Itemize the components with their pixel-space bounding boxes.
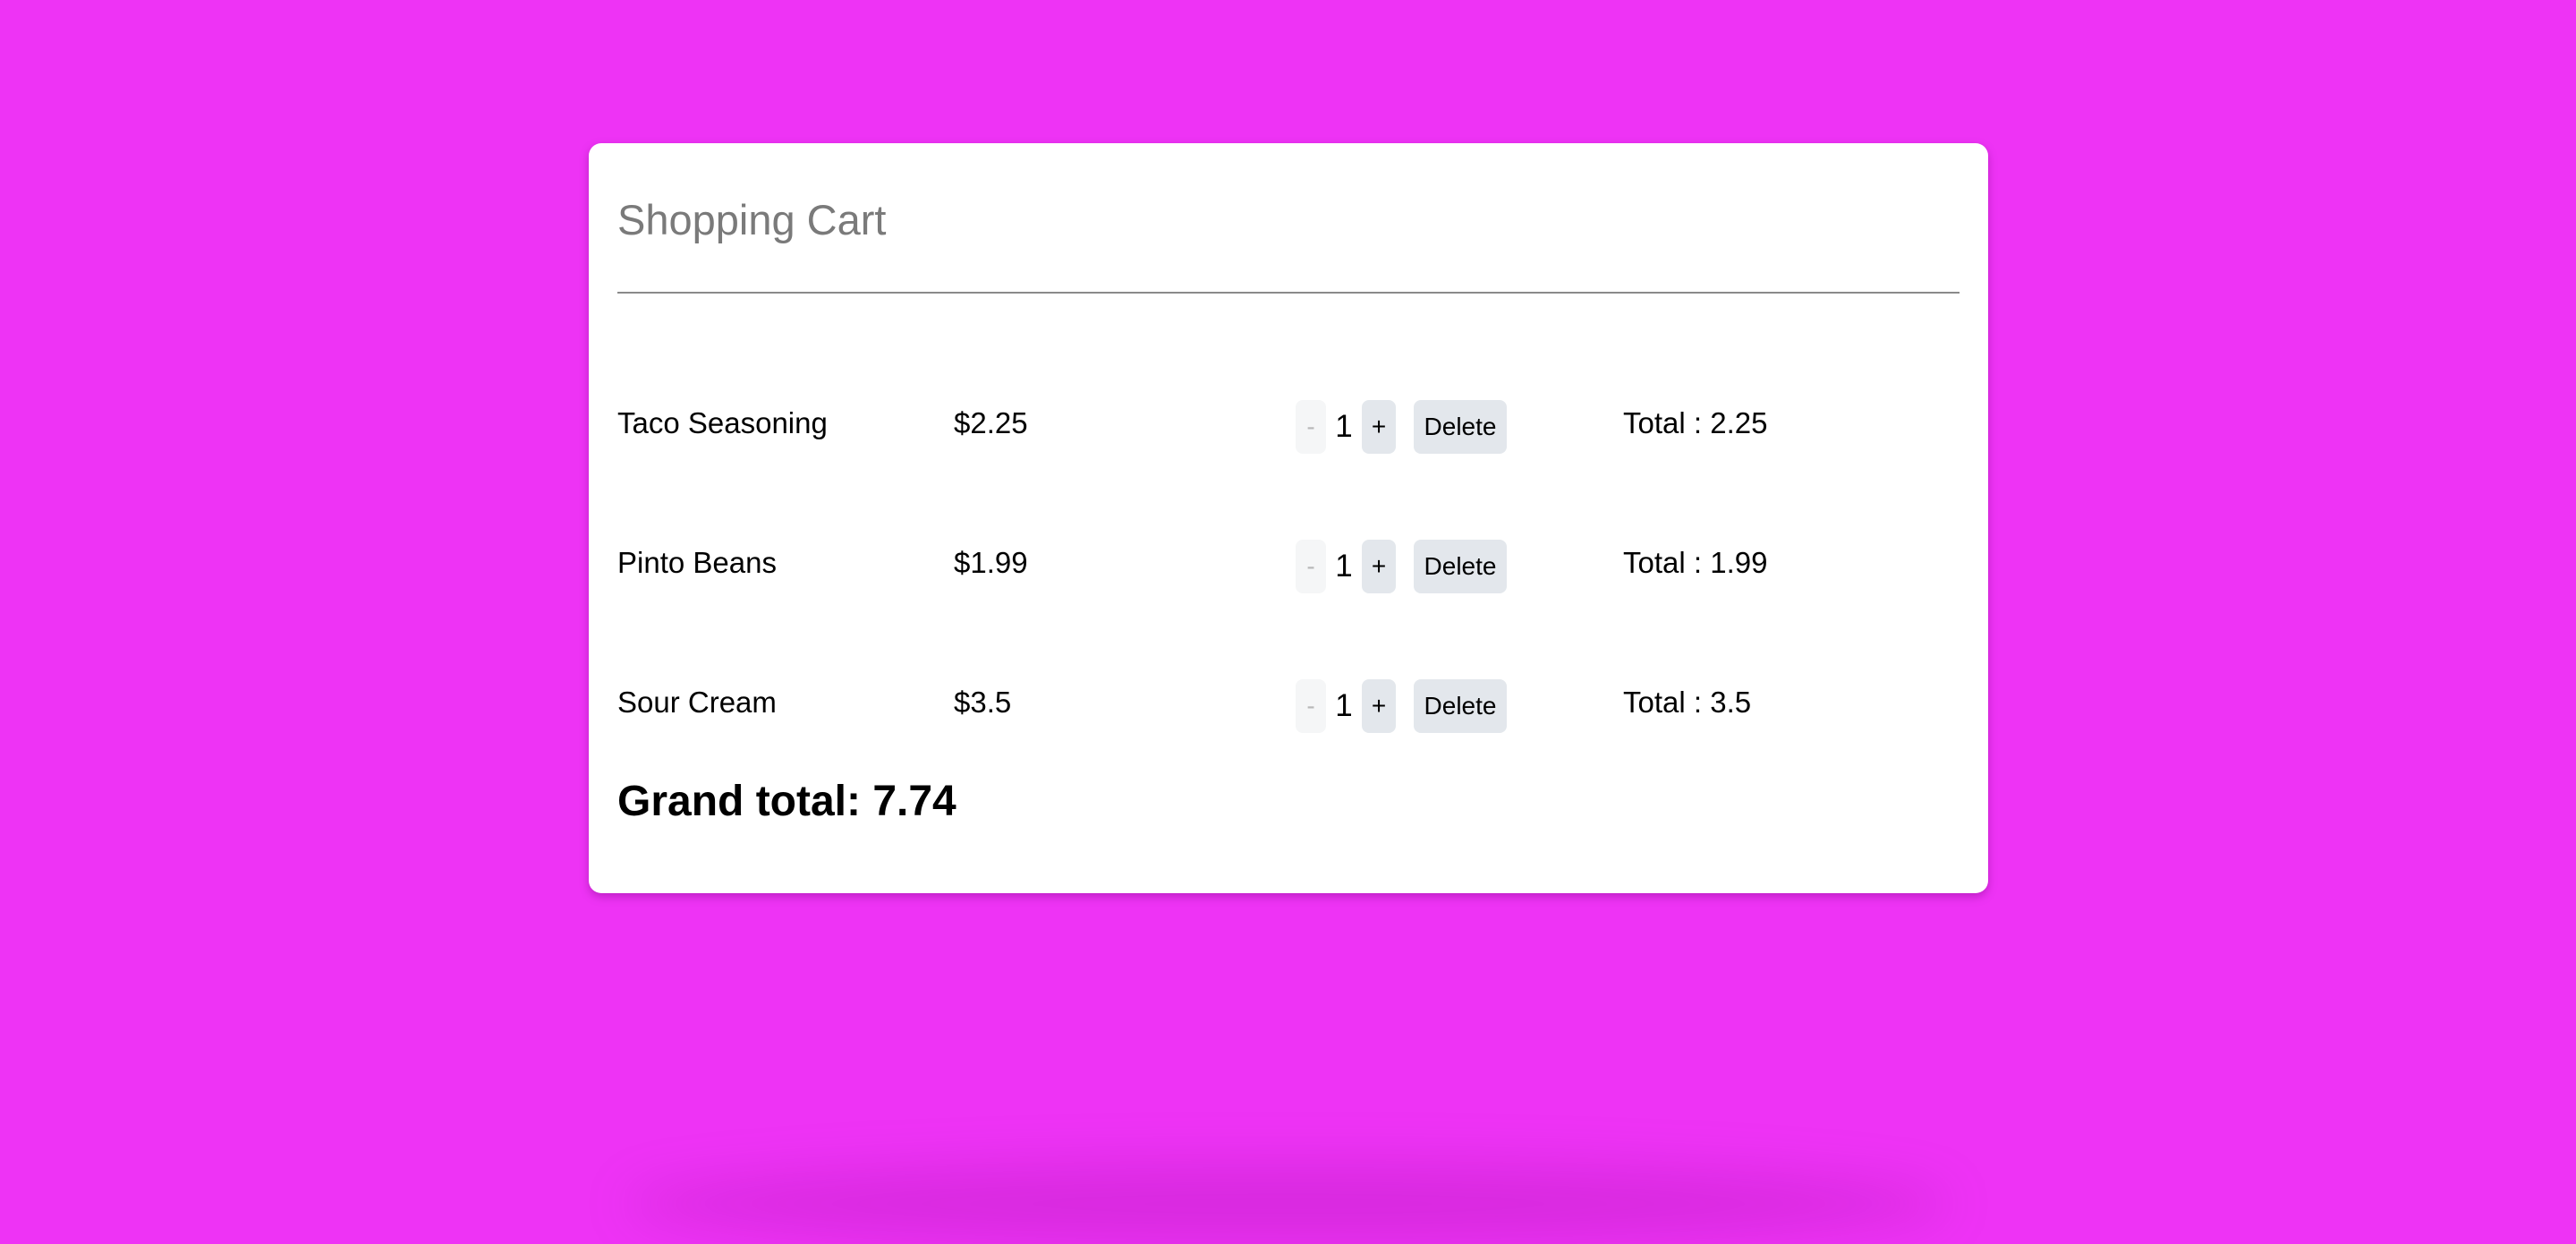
- item-price: $1.99: [954, 546, 1028, 579]
- title-divider: [617, 292, 1960, 294]
- cart-item-row: Pinto Beans $1.99 - 1 + Delete Total : 1…: [617, 540, 1960, 605]
- decrease-quantity-button[interactable]: -: [1296, 400, 1326, 454]
- quantity-value: 1: [1335, 688, 1353, 723]
- decrease-quantity-button[interactable]: -: [1296, 679, 1326, 733]
- increase-quantity-button[interactable]: +: [1362, 400, 1396, 454]
- item-name: Pinto Beans: [617, 546, 777, 579]
- item-price: $3.5: [954, 686, 1012, 719]
- cart-title: Shopping Cart: [617, 196, 887, 243]
- item-total: Total : 2.25: [1623, 406, 1768, 439]
- shopping-cart-card: Shopping Cart Taco Seasoning $2.25 - 1 +…: [589, 143, 1988, 893]
- item-name: Taco Seasoning: [617, 406, 828, 439]
- delete-item-button[interactable]: Delete: [1414, 400, 1507, 454]
- decrease-quantity-button[interactable]: -: [1296, 540, 1326, 593]
- grand-total: Grand total: 7.74: [617, 778, 956, 825]
- increase-quantity-button[interactable]: +: [1362, 679, 1396, 733]
- item-name: Sour Cream: [617, 686, 777, 719]
- delete-item-button[interactable]: Delete: [1414, 679, 1507, 733]
- delete-item-button[interactable]: Delete: [1414, 540, 1507, 593]
- item-price: $2.25: [954, 406, 1028, 439]
- item-total: Total : 1.99: [1623, 546, 1768, 579]
- cart-item-row: Sour Cream $3.5 - 1 + Delete Total : 3.5: [617, 679, 1960, 745]
- bottom-shadow: [626, 1163, 1951, 1244]
- quantity-value: 1: [1335, 409, 1353, 444]
- cart-item-row: Taco Seasoning $2.25 - 1 + Delete Total …: [617, 400, 1960, 465]
- increase-quantity-button[interactable]: +: [1362, 540, 1396, 593]
- quantity-value: 1: [1335, 549, 1353, 584]
- item-total: Total : 3.5: [1623, 686, 1752, 719]
- page-background: { "cart": { "title": "Shopping Cart", "i…: [0, 0, 2576, 1244]
